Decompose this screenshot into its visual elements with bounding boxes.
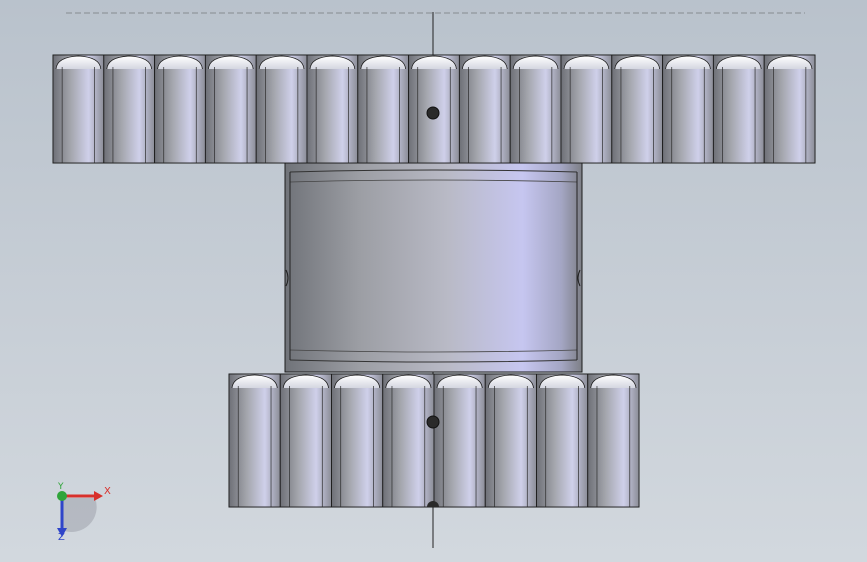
lower-gear-tooth (484, 373, 537, 508)
hole-marker-lower (426, 415, 440, 429)
hole-marker-upper (426, 106, 440, 120)
lower-gear-tooth (331, 373, 384, 508)
upper-gear-tooth (306, 54, 359, 164)
model-canvas[interactable] (0, 0, 867, 562)
lower-gear-tooth (279, 373, 332, 508)
hub-cylinder[interactable] (284, 161, 583, 373)
graphics-viewport[interactable]: X Y Z (0, 0, 867, 562)
lower-gear-tooth (587, 373, 640, 508)
lower-gear-tooth (228, 373, 281, 508)
upper-gear-tooth (357, 54, 410, 164)
triad-x-label: X (104, 486, 111, 497)
lower-gear-tooth (536, 373, 589, 508)
upper-gear-tooth (204, 54, 257, 164)
lower-gear-tooth (382, 373, 435, 508)
upper-gear-tooth (154, 54, 206, 164)
upper-gear-tooth (458, 54, 511, 164)
triad-y-axis (57, 491, 67, 501)
upper-gear-tooth (103, 54, 156, 164)
triad-y-label: Y (58, 482, 64, 492)
upper-gear-tooth (662, 54, 714, 164)
upper-gear-tooth (255, 54, 308, 164)
upper-gear-tooth (611, 54, 664, 164)
lower-gear[interactable] (228, 373, 640, 508)
upper-gear-tooth (509, 54, 562, 164)
upper-gear-tooth (52, 54, 105, 164)
triad-z-label: Z (58, 532, 65, 543)
upper-gear-tooth (763, 54, 816, 164)
view-orientation-triad[interactable] (57, 491, 103, 537)
lower-gear-tooth (433, 373, 486, 508)
upper-gear-tooth (712, 54, 765, 164)
upper-gear-tooth (560, 54, 613, 164)
